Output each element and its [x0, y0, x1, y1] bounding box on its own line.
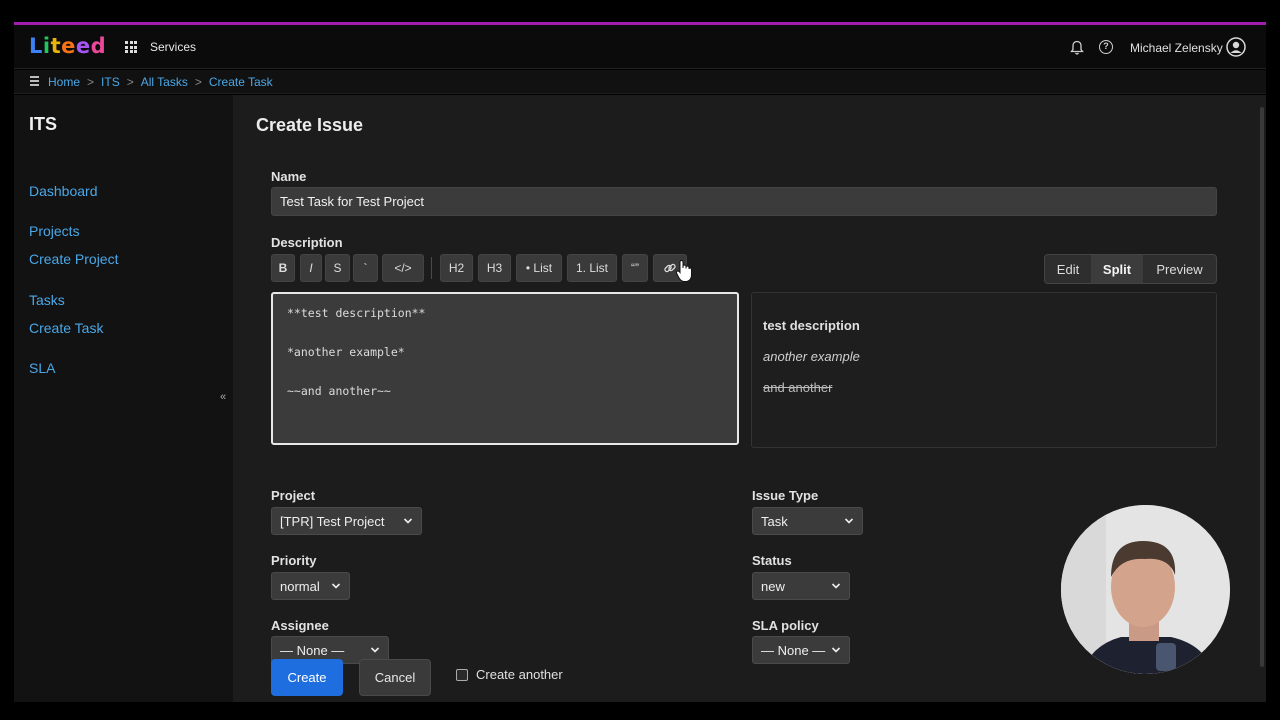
sidebar-item-tasks[interactable]: Tasks: [29, 292, 65, 308]
create-button[interactable]: Create: [271, 659, 343, 696]
sidebar: ITS Dashboard Projects Create Project Ta…: [14, 95, 233, 702]
bullet-list-button[interactable]: • List: [516, 254, 562, 282]
chevron-down-icon: [831, 647, 841, 653]
sidebar-item-dashboard[interactable]: Dashboard: [29, 183, 98, 199]
preview-strike-text: and another: [763, 380, 833, 395]
bell-icon[interactable]: [1070, 40, 1084, 56]
cancel-button[interactable]: Cancel: [359, 659, 431, 696]
editor-line: *another example*: [287, 345, 405, 359]
logo-letter: L: [29, 34, 43, 58]
app-logo[interactable]: Liteed: [29, 34, 106, 58]
preview-bold-text: test description: [763, 318, 860, 333]
create-another-checkbox[interactable]: [456, 669, 468, 681]
editor-mode-toggle: Edit Split Preview: [1044, 254, 1217, 284]
page-title: Create Issue: [256, 115, 364, 135]
strikethrough-button[interactable]: S: [325, 254, 350, 282]
logo-letter: d: [90, 34, 107, 58]
status-select[interactable]: new: [752, 572, 850, 600]
logo-letter: i: [42, 34, 51, 58]
issue-type-label: Issue Type: [752, 488, 819, 503]
toolbar-divider: [431, 257, 432, 279]
sidebar-item-create-project[interactable]: Create Project: [29, 251, 118, 267]
chevron-down-icon: [403, 518, 413, 524]
name-label: Name: [271, 169, 307, 184]
heading2-button[interactable]: H2: [440, 254, 473, 282]
sla-policy-label: SLA policy: [752, 618, 819, 633]
quote-button[interactable]: “”: [622, 254, 648, 282]
hand-cursor-icon: [675, 259, 692, 282]
status-label: Status: [752, 553, 792, 568]
priority-select[interactable]: normal: [271, 572, 350, 600]
menu-icon[interactable]: [30, 76, 39, 88]
logo-letter: t: [50, 34, 62, 58]
bold-button[interactable]: B: [271, 254, 295, 282]
description-editor[interactable]: **test description** *another example* ~~a…: [271, 292, 739, 445]
priority-select-value: normal: [280, 579, 320, 594]
mode-edit-button[interactable]: Edit: [1045, 255, 1091, 283]
sla-policy-select[interactable]: — None —: [752, 636, 850, 664]
logo-letter: e: [61, 34, 76, 58]
breadcrumb-home[interactable]: Home: [48, 75, 80, 89]
editor-line: **test description**: [287, 306, 426, 320]
breadcrumb-its[interactable]: ITS: [101, 75, 120, 89]
project-select[interactable]: [TPR] Test Project: [271, 507, 422, 535]
webcam-overlay: [1061, 505, 1230, 674]
breadcrumb: Home > ITS > All Tasks > Create Task: [48, 75, 273, 89]
create-another-label[interactable]: Create another: [476, 667, 563, 682]
description-preview: test description another example and ano…: [751, 292, 1217, 448]
apps-grid-icon[interactable]: [125, 41, 137, 53]
sidebar-item-sla[interactable]: SLA: [29, 360, 55, 376]
breadcrumb-create-task[interactable]: Create Task: [209, 75, 273, 89]
chevron-down-icon: [831, 583, 841, 589]
services-menu[interactable]: Services: [150, 40, 196, 54]
issue-type-select-value: Task: [761, 514, 788, 529]
sidebar-item-create-task[interactable]: Create Task: [29, 320, 103, 336]
chevron-down-icon: [370, 647, 380, 653]
breadcrumb-all-tasks[interactable]: All Tasks: [141, 75, 188, 89]
help-icon[interactable]: ?: [1099, 40, 1113, 54]
top-bar: Liteed Services ? Michael Zelensky: [14, 25, 1266, 69]
code-block-button[interactable]: </>: [382, 254, 424, 282]
project-label: Project: [271, 488, 316, 503]
sidebar-title: ITS: [29, 114, 58, 134]
assignee-select-value: — None —: [280, 643, 345, 658]
project-select-value: [TPR] Test Project: [280, 514, 385, 529]
main-scrollbar[interactable]: [1258, 95, 1266, 702]
heading3-button[interactable]: H3: [478, 254, 511, 282]
editor-line: ~~and another~~: [287, 384, 391, 398]
description-label: Description: [271, 235, 343, 250]
status-select-value: new: [761, 579, 785, 594]
chevron-down-icon: [331, 583, 341, 589]
italic-button[interactable]: I: [300, 254, 322, 282]
numbered-list-button[interactable]: 1. List: [567, 254, 617, 282]
logo-letter: e: [75, 34, 91, 58]
chevron-down-icon: [844, 518, 854, 524]
priority-label: Priority: [271, 553, 317, 568]
user-avatar-icon[interactable]: [1226, 37, 1246, 57]
preview-italic-text: another example: [763, 349, 860, 364]
scrollbar-thumb[interactable]: [1260, 107, 1264, 667]
user-name[interactable]: Michael Zelensky: [1130, 41, 1223, 55]
sidebar-item-projects[interactable]: Projects: [29, 223, 80, 239]
mode-preview-button[interactable]: Preview: [1143, 255, 1216, 283]
collapse-sidebar-button[interactable]: «: [220, 391, 226, 403]
breadcrumb-bar: Home > ITS > All Tasks > Create Task: [14, 70, 1266, 94]
name-input[interactable]: [271, 187, 1217, 216]
inline-code-button[interactable]: `: [353, 254, 378, 282]
assignee-label: Assignee: [271, 618, 329, 633]
sla-policy-select-value: — None —: [761, 643, 826, 658]
issue-type-select[interactable]: Task: [752, 507, 863, 535]
mode-split-button[interactable]: Split: [1091, 255, 1143, 283]
